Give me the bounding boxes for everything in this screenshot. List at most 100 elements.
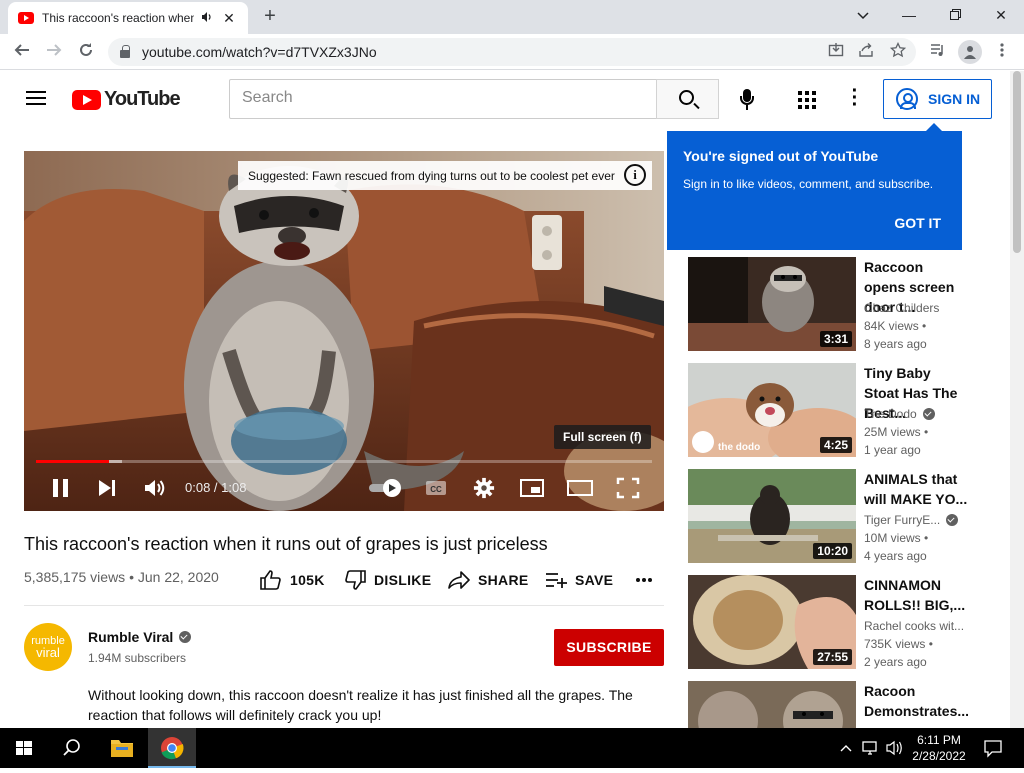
taskbar-clock[interactable]: 6:11 PM 2/28/2022	[908, 732, 970, 764]
recommendation-item[interactable]: 27:55 CINNAMON ROLLS!! BIG,... Rachel co…	[688, 575, 968, 671]
recommendation-item[interactable]: Racoon Demonstrates...	[688, 681, 968, 728]
captions-icon[interactable]: CC	[424, 477, 448, 499]
recommendation-channel[interactable]: The Dodo	[864, 407, 935, 421]
recommendation-thumbnail[interactable]: 3:31	[688, 257, 856, 351]
address-bar[interactable]: youtube.com/watch?v=d7TVXZx3JNo	[108, 38, 916, 66]
sign-in-button[interactable]: SIGN IN	[883, 79, 992, 119]
channel-name[interactable]: Rumble Viral	[88, 629, 173, 645]
theater-mode-icon[interactable]	[566, 477, 594, 499]
file-explorer-icon[interactable]	[98, 728, 146, 768]
autoplay-toggle[interactable]	[368, 477, 402, 499]
recommendation-duration: 10:20	[813, 543, 852, 559]
back-icon[interactable]	[10, 40, 34, 64]
page-scrollbar[interactable]	[1010, 71, 1024, 728]
recommendation-item[interactable]: 10:20 ANIMALS that will MAKE YO... Tiger…	[688, 469, 968, 565]
voice-search-icon[interactable]	[735, 87, 759, 111]
search-taskbar-icon[interactable]	[48, 728, 96, 768]
recommendation-age: 4 years ago	[864, 549, 927, 563]
scrollbar-thumb[interactable]	[1013, 71, 1021, 253]
recommendation-thumbnail[interactable]: 10:20	[688, 469, 856, 563]
pause-icon[interactable]	[50, 477, 72, 499]
dislike-button[interactable]: DISLIKE	[344, 569, 431, 591]
recommendation-channel[interactable]: Tiger FurryE...	[864, 513, 959, 527]
time-display: 0:08 / 1:08	[185, 480, 247, 495]
miniplayer-icon[interactable]	[519, 477, 545, 499]
chrome-taskbar-icon[interactable]	[148, 728, 196, 768]
media-control-icon[interactable]	[928, 42, 948, 62]
thumbs-up-icon	[260, 570, 281, 590]
minimize-icon[interactable]: —	[886, 0, 932, 30]
speaker-icon[interactable]	[198, 11, 216, 26]
verified-badge-icon	[922, 408, 935, 420]
search-icon	[679, 90, 694, 105]
like-button[interactable]: 105K	[260, 569, 325, 591]
next-video-icon[interactable]	[96, 477, 118, 499]
share-page-icon[interactable]	[856, 42, 876, 62]
recommendation-title[interactable]: Racoon Demonstrates...	[864, 681, 968, 721]
share-icon	[448, 571, 470, 589]
channel-name-link[interactable]: Rumble Viral	[88, 629, 192, 645]
network-icon[interactable]	[860, 728, 882, 768]
settings-gear-icon[interactable]	[472, 477, 496, 499]
account-icon	[896, 88, 918, 110]
player-controls: 0:08 / 1:08 CC	[24, 469, 664, 509]
video-player[interactable]: Suggested: Fawn rescued from dying turns…	[24, 151, 664, 511]
recommendation-item[interactable]: the dodo 4:25 Tiny Baby Stoat Has The Be…	[688, 363, 968, 459]
restore-icon[interactable]	[932, 0, 978, 30]
profile-icon[interactable]	[958, 40, 982, 64]
recommendation-channel[interactable]: Chaz Childers	[864, 301, 939, 315]
progress-played	[36, 460, 109, 463]
url-text[interactable]: youtube.com/watch?v=d7TVXZx3JNo	[142, 44, 377, 60]
suggested-video-text[interactable]: Suggested: Fawn rescued from dying turns…	[248, 169, 615, 183]
recommendation-thumbnail[interactable]: the dodo 4:25	[688, 363, 856, 457]
bookmark-star-icon[interactable]	[888, 41, 908, 62]
install-app-icon[interactable]	[826, 42, 846, 62]
notifications-icon[interactable]	[978, 728, 1008, 768]
recommendation-thumbnail[interactable]	[688, 681, 856, 728]
forward-icon[interactable]	[42, 40, 66, 64]
recommendation-title[interactable]: CINNAMON ROLLS!! BIG,...	[864, 575, 968, 615]
clock-date: 2/28/2022	[912, 749, 966, 763]
search-input[interactable]: Search	[229, 79, 657, 119]
suggested-video-card[interactable]: Suggested: Fawn rescued from dying turns…	[238, 161, 652, 190]
lock-icon[interactable]	[120, 45, 130, 58]
recommendation-thumbnail[interactable]: 27:55	[688, 575, 856, 669]
apps-grid-icon[interactable]	[798, 91, 816, 109]
tab-close-icon[interactable]: ✕	[220, 10, 238, 27]
show-hidden-icons-icon[interactable]	[836, 728, 856, 768]
signed-out-popup: You're signed out of YouTube Sign in to …	[667, 123, 962, 250]
recommendation-item[interactable]: 3:31 Raccoon opens screen door t... Chaz…	[688, 257, 968, 353]
recommendation-channel[interactable]: Rachel cooks wit...	[864, 619, 964, 633]
browser-tabstrip: This raccoon's reaction when ✕ + — ✕	[0, 0, 1024, 34]
recommendation-title[interactable]: ANIMALS that will MAKE YO...	[864, 469, 968, 509]
volume-taskbar-icon[interactable]	[884, 728, 906, 768]
volume-icon[interactable]	[143, 477, 167, 499]
channel-avatar[interactable]: rumble viral	[24, 623, 72, 671]
youtube-header: YouTube Search · · · SIGN IN	[0, 71, 1010, 127]
sign-in-label: SIGN IN	[928, 91, 981, 107]
recommendation-views: 25M views •	[864, 425, 929, 439]
got-it-button[interactable]: GOT IT	[894, 215, 941, 231]
playlist-add-icon	[546, 573, 567, 588]
youtube-logo[interactable]: YouTube	[72, 88, 181, 111]
recommendation-age: 8 years ago	[864, 337, 927, 351]
progress-bar[interactable]	[36, 460, 652, 463]
window-close-icon[interactable]: ✕	[978, 0, 1024, 30]
more-actions-icon[interactable]	[635, 569, 661, 591]
save-button[interactable]: SAVE	[545, 569, 613, 591]
info-icon[interactable]: i	[624, 164, 646, 186]
start-windows-icon[interactable]	[0, 728, 48, 768]
share-button[interactable]: SHARE	[448, 569, 529, 591]
search-button[interactable]	[656, 79, 719, 119]
settings-more-icon[interactable]: · · ·	[850, 81, 860, 115]
chrome-menu-icon[interactable]	[992, 42, 1012, 62]
browser-tab[interactable]: This raccoon's reaction when ✕	[8, 2, 248, 34]
clock-time: 6:11 PM	[917, 733, 961, 747]
reload-icon[interactable]	[74, 40, 98, 64]
fullscreen-icon[interactable]	[616, 477, 640, 499]
new-tab-icon[interactable]: +	[258, 5, 282, 29]
tab-search-icon[interactable]	[840, 0, 886, 30]
subscribe-button[interactable]: SUBSCRIBE	[554, 629, 664, 666]
tab-title: This raccoon's reaction when	[42, 11, 194, 25]
guide-menu-icon[interactable]	[26, 91, 46, 105]
